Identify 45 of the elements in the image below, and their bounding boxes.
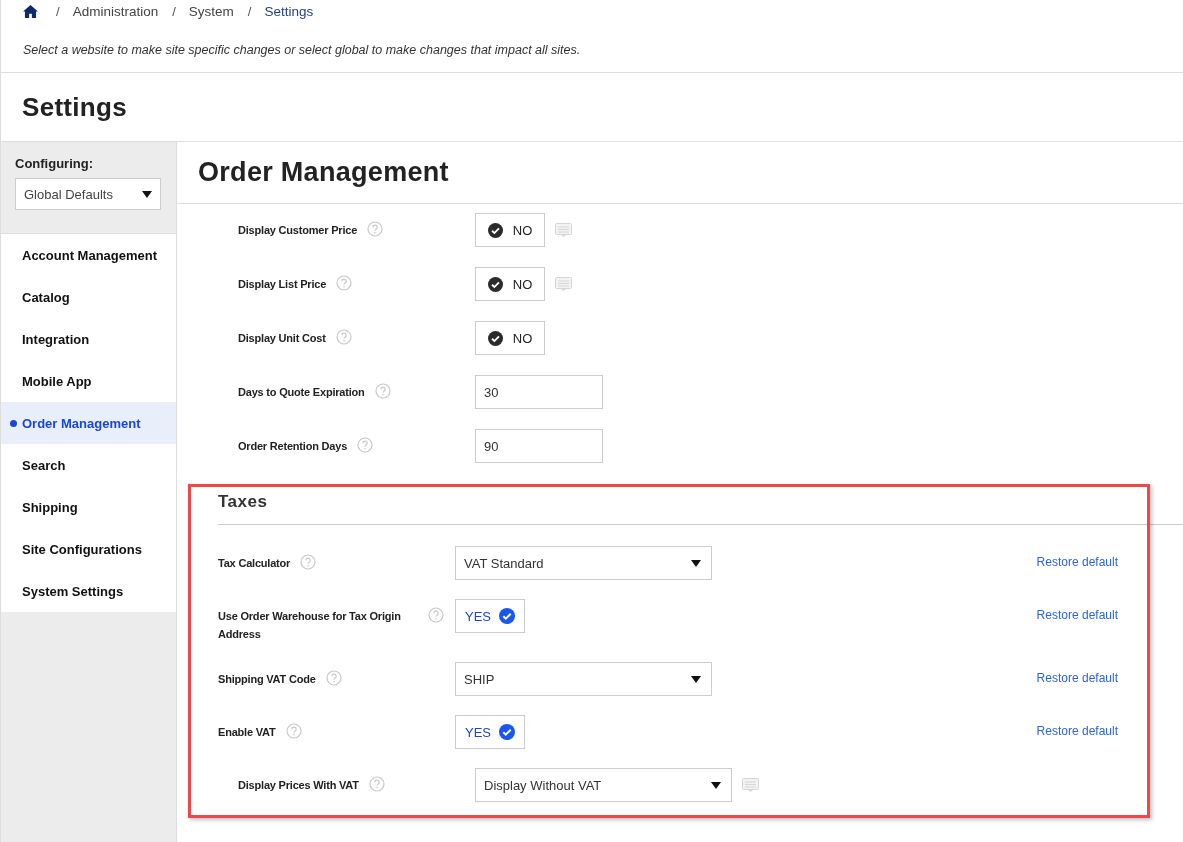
toggle-button[interactable]: YES [455, 599, 525, 633]
sidebar-item[interactable]: Catalog [1, 276, 176, 318]
dropdown-select[interactable]: Display Without VAT [475, 768, 732, 802]
section-title: Order Management [177, 142, 1183, 204]
number-field[interactable]: 30 [475, 375, 603, 409]
breadcrumb-link[interactable]: Administration [72, 3, 159, 19]
toggle-button[interactable]: NO [475, 267, 545, 301]
toggle-button[interactable]: YES [455, 715, 525, 749]
setting-label: Use Order Warehouse for Tax Origin Address [218, 609, 402, 642]
sidebar-item[interactable]: Mobile App [1, 360, 176, 402]
breadcrumb-separator: / [171, 3, 177, 19]
taxes-heading: Taxes [218, 492, 1183, 525]
sidebar-item[interactable]: Shipping [1, 486, 176, 528]
configuring-label: Configuring: [15, 156, 94, 171]
setting-label: Shipping VAT Code [218, 672, 316, 687]
site-dropdown[interactable]: Global Defaults [15, 178, 161, 210]
breadcrumb-link[interactable]: System [188, 3, 234, 19]
setting-label: Enable VAT [218, 725, 276, 740]
sidebar-item[interactable]: Search [1, 444, 176, 486]
sidebar-item[interactable]: Integration [1, 318, 176, 360]
dropdown-select[interactable]: SHIP [455, 662, 712, 696]
setting-label: Display Customer Price [238, 223, 358, 238]
restore-default-link[interactable]: Restore default [1036, 662, 1118, 685]
breadcrumb-link[interactable]: Settings [264, 3, 314, 19]
sidebar-item[interactable]: Site Configurations [1, 528, 176, 570]
toggle-button[interactable]: NO [475, 213, 545, 247]
setting-label: Order Retention Days [238, 439, 348, 454]
breadcrumb-separator: / [246, 3, 253, 19]
toggle-button[interactable]: NO [475, 321, 545, 355]
setting-label: Days to Quote Expiration [238, 385, 365, 400]
sidebar-item[interactable]: System Settings [1, 570, 176, 612]
page-title: Settings [22, 91, 127, 123]
setting-label: Display Unit Cost [238, 331, 326, 346]
breadcrumb-separator: / [55, 3, 61, 19]
dropdown-select[interactable]: VAT Standard [455, 546, 712, 580]
sidebar-item[interactable]: Account Management [1, 234, 176, 276]
restore-default-link[interactable]: Restore default [1036, 599, 1118, 622]
number-field[interactable]: 90 [475, 429, 603, 463]
sidebar-item[interactable]: Order Management [1, 402, 176, 444]
setting-label: Display List Price [238, 277, 327, 292]
restore-default-link[interactable]: Restore default [1036, 715, 1118, 738]
restore-default-link[interactable]: Restore default [1036, 546, 1118, 569]
setting-label: Display Prices With VAT [238, 778, 359, 793]
setting-label: Tax Calculator [218, 556, 291, 571]
description-text: Select a website to make site specific changes or select global to make changes that impact all sites. [23, 43, 582, 57]
